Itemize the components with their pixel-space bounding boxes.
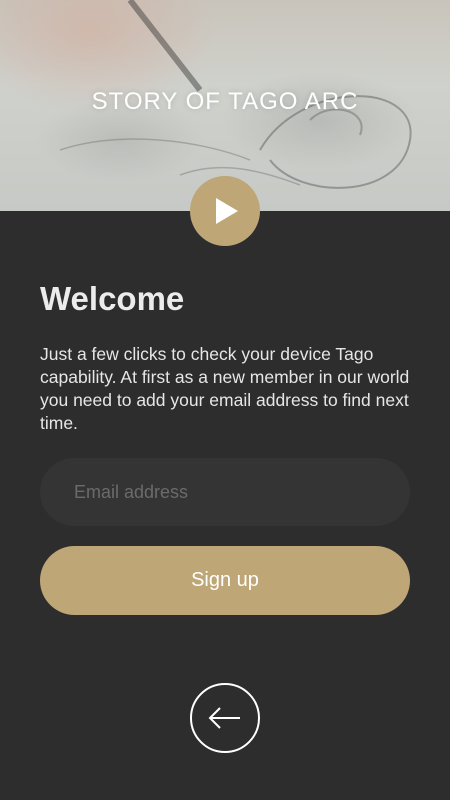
welcome-description: Just a few clicks to check your device T… (40, 344, 410, 433)
hero-title: STORY OF TAGO ARC (91, 88, 359, 115)
play-icon (216, 198, 238, 224)
arrow-left-icon (208, 707, 240, 729)
email-input[interactable] (40, 458, 410, 526)
welcome-heading: Welcome (40, 280, 185, 317)
sign-up-button[interactable]: Sign up (40, 546, 410, 615)
back-button[interactable] (190, 683, 260, 753)
play-video-button[interactable] (190, 176, 260, 246)
